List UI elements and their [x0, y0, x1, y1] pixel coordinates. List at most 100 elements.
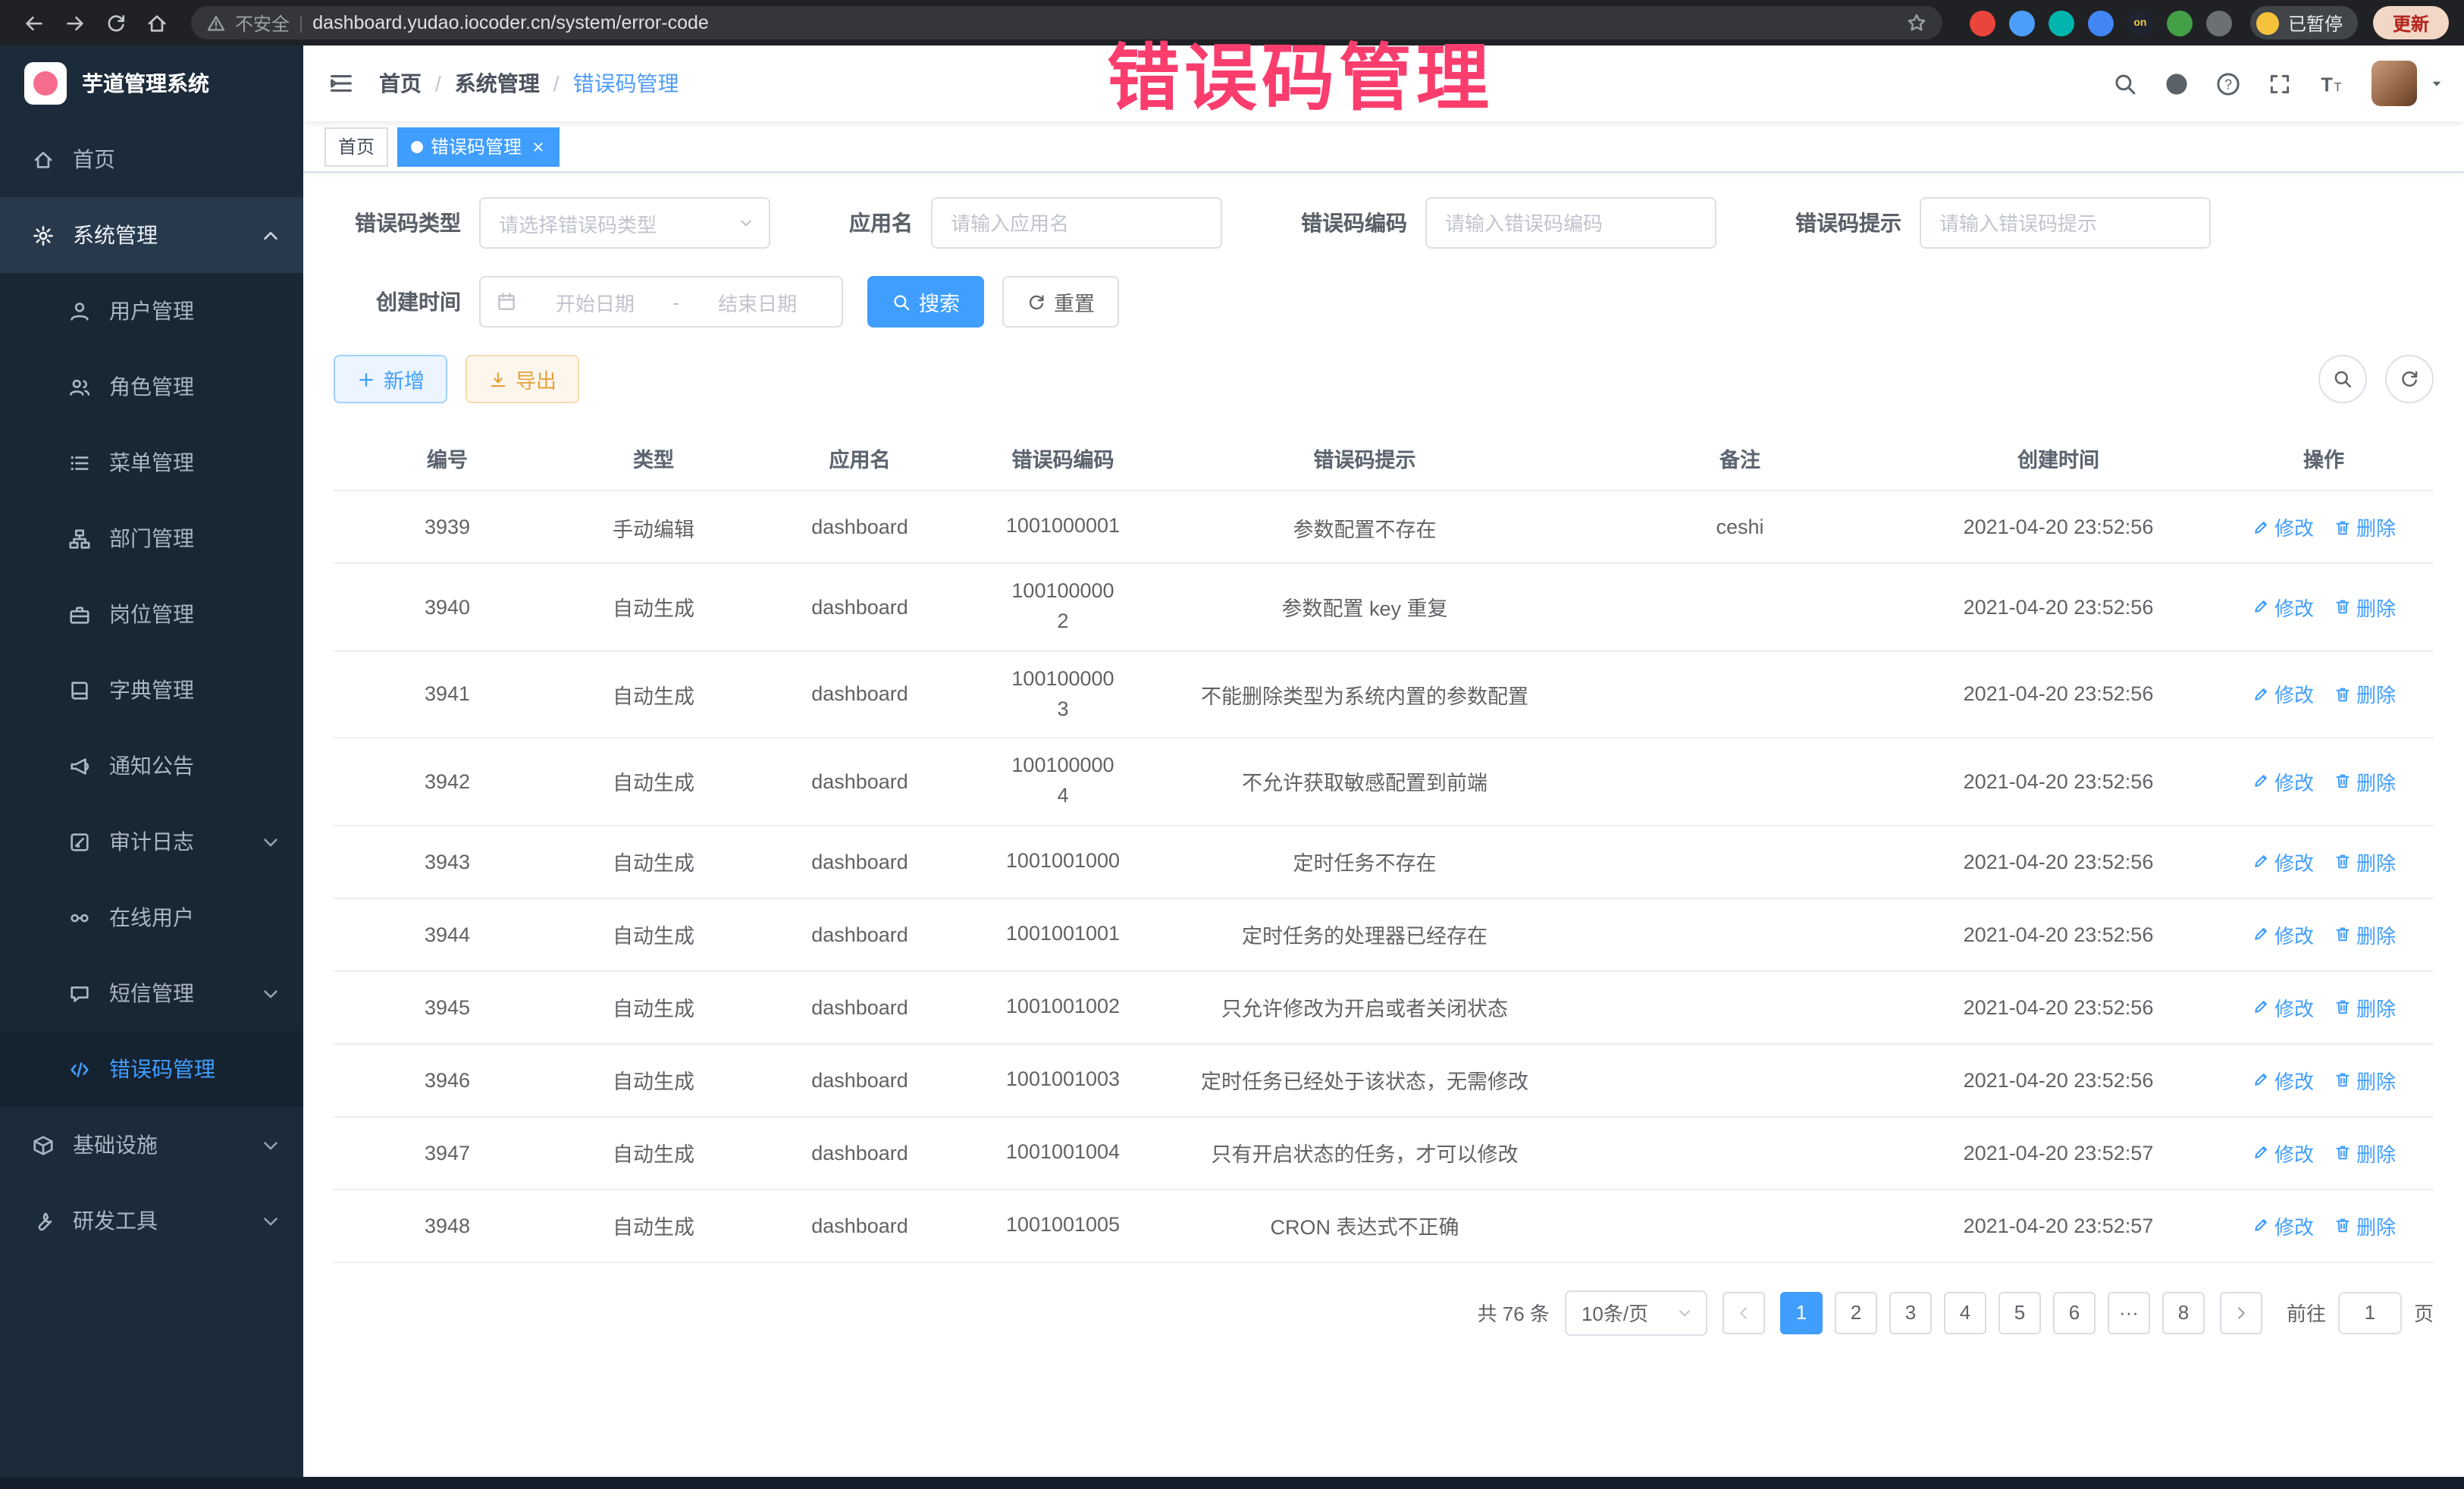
app-name-input[interactable]: [931, 197, 1222, 249]
browser-back-icon[interactable]: [15, 4, 53, 42]
font-size-icon[interactable]: TT: [2311, 63, 2352, 104]
edit-link[interactable]: 修改: [2252, 767, 2314, 796]
page-button-2[interactable]: 2: [1835, 1291, 1877, 1334]
tab-error-code[interactable]: 错误码管理: [397, 127, 560, 166]
refresh-table-icon[interactable]: [2385, 355, 2434, 403]
error-type-select[interactable]: 请选择错误码类型: [479, 197, 770, 249]
tab-label: 首页: [338, 133, 375, 159]
page-button-4[interactable]: 4: [1944, 1291, 1986, 1334]
sidebar-item-error-code-management[interactable]: 错误码管理: [0, 1031, 303, 1107]
prev-page-button[interactable]: [1723, 1291, 1765, 1334]
sidebar-item-dev-tools[interactable]: 研发工具: [0, 1183, 303, 1259]
extension-teal-icon[interactable]: [2049, 10, 2074, 36]
edit-link[interactable]: 修改: [2252, 593, 2314, 622]
goto-page-input[interactable]: [2338, 1291, 2402, 1334]
profile-paused-badge[interactable]: 已暂停: [2250, 6, 2358, 39]
search-button[interactable]: 搜索: [867, 276, 984, 328]
docs-help-icon[interactable]: ?: [2208, 63, 2249, 104]
sidebar-item-online-user[interactable]: 在线用户: [0, 879, 303, 955]
extension-pin-icon[interactable]: [2206, 10, 2232, 36]
sidebar-item-dict-management[interactable]: 字典管理: [0, 652, 303, 728]
extension-red-icon[interactable]: [1970, 10, 1995, 36]
github-icon[interactable]: [2156, 63, 2197, 104]
goto-label: 前往: [2287, 1298, 2326, 1327]
page-button-more[interactable]: ···: [2108, 1291, 2150, 1334]
edit-link[interactable]: 修改: [2252, 513, 2314, 541]
delete-link[interactable]: 删除: [2334, 680, 2396, 709]
delete-link[interactable]: 删除: [2334, 1138, 2396, 1167]
browser-update-button[interactable]: 更新: [2373, 6, 2449, 39]
sidebar-item-post-management[interactable]: 岗位管理: [0, 576, 303, 652]
extension-badge-icon[interactable]: on: [2127, 10, 2153, 36]
sidebar-item-label: 通知公告: [109, 751, 194, 781]
sidebar-item-audit-log[interactable]: 审计日志: [0, 804, 303, 879]
next-page-button[interactable]: [2220, 1291, 2262, 1334]
edit-link[interactable]: 修改: [2252, 1065, 2314, 1094]
sidebar-item-system-management[interactable]: 系统管理: [0, 197, 303, 273]
app-logo-row[interactable]: 芋道管理系统: [0, 45, 303, 121]
bookmark-star-icon[interactable]: [1906, 12, 1927, 33]
delete-link[interactable]: 删除: [2334, 1065, 2396, 1094]
reset-button[interactable]: 重置: [1002, 276, 1119, 328]
edit-link[interactable]: 修改: [2252, 1138, 2314, 1167]
address-bar[interactable]: 不安全 | dashboard.yudao.iocoder.cn/system/…: [191, 6, 1942, 39]
edit-link[interactable]: 修改: [2252, 1211, 2314, 1240]
delete-link[interactable]: 删除: [2334, 593, 2396, 622]
cell-remark: [1577, 595, 1903, 619]
add-button[interactable]: 新增: [334, 355, 447, 403]
sidebar-item-label: 菜单管理: [109, 447, 194, 478]
edit-link-label: 修改: [2274, 513, 2314, 541]
fullscreen-icon[interactable]: [2259, 63, 2300, 104]
edit-link[interactable]: 修改: [2252, 920, 2314, 948]
tab-home[interactable]: 首页: [324, 127, 388, 166]
delete-link[interactable]: 删除: [2334, 767, 2396, 796]
edit-link[interactable]: 修改: [2252, 847, 2314, 876]
edit-link[interactable]: 修改: [2252, 680, 2314, 709]
close-icon[interactable]: [531, 139, 546, 154]
edit-link-label: 修改: [2274, 767, 2314, 796]
header-search-icon[interactable]: [2105, 63, 2146, 104]
delete-link[interactable]: 删除: [2334, 513, 2396, 541]
tags-view: 首页错误码管理: [303, 121, 2464, 173]
toggle-search-icon[interactable]: [2318, 355, 2367, 403]
avatar-caret-down-icon[interactable]: [2428, 74, 2446, 92]
user-avatar[interactable]: [2372, 61, 2417, 106]
page-button-8[interactable]: 8: [2162, 1291, 2205, 1334]
delete-link[interactable]: 删除: [2334, 992, 2396, 1021]
cell-remark: [1577, 770, 1903, 794]
breadcrumb-item[interactable]: 系统管理: [455, 68, 540, 99]
error-code-input[interactable]: [1425, 197, 1716, 249]
delete-link[interactable]: 删除: [2334, 847, 2396, 876]
extension-green-icon[interactable]: [2167, 10, 2193, 36]
browser-home-icon[interactable]: [138, 4, 176, 42]
browser-forward-icon[interactable]: [56, 4, 94, 42]
sidebar-item-infrastructure[interactable]: 基础设施: [0, 1107, 303, 1183]
sidebar-item-sms-management[interactable]: 短信管理: [0, 955, 303, 1031]
sidebar-item-home[interactable]: 首页: [0, 121, 303, 197]
page-size-select[interactable]: 10条/页: [1565, 1290, 1707, 1335]
page-button-1[interactable]: 1: [1780, 1291, 1823, 1334]
export-button[interactable]: 导出: [466, 355, 579, 403]
hamburger-icon[interactable]: [303, 45, 379, 121]
sidebar-item-role-management[interactable]: 角色管理: [0, 349, 303, 425]
browser-reload-icon[interactable]: [97, 4, 135, 42]
extension-blue-drop-icon[interactable]: [2009, 10, 2035, 36]
delete-link[interactable]: 删除: [2334, 920, 2396, 948]
extension-grid-icon[interactable]: [2088, 10, 2114, 36]
breadcrumb-item[interactable]: 首页: [379, 68, 422, 99]
error-hint-input[interactable]: [1920, 197, 2211, 249]
create-time-range-picker[interactable]: 开始日期 - 结束日期: [479, 276, 843, 328]
sidebar-item-menu-management[interactable]: 菜单管理: [0, 425, 303, 500]
sidebar-item-dept-management[interactable]: 部门管理: [0, 500, 303, 576]
sidebar-item-user-management[interactable]: 用户管理: [0, 273, 303, 349]
edit-link[interactable]: 修改: [2252, 992, 2314, 1021]
page-button-5[interactable]: 5: [1998, 1291, 2041, 1334]
page-button-3[interactable]: 3: [1889, 1291, 1932, 1334]
delete-link[interactable]: 删除: [2334, 1211, 2396, 1240]
download-icon: [488, 369, 508, 389]
sidebar-item-notice-announcement[interactable]: 通知公告: [0, 728, 303, 804]
edit-link-label: 修改: [2274, 1211, 2314, 1240]
page-button-6[interactable]: 6: [2053, 1291, 2096, 1334]
cell-type: 自动生成: [561, 1052, 746, 1107]
extensions-area: on: [1970, 10, 2232, 36]
